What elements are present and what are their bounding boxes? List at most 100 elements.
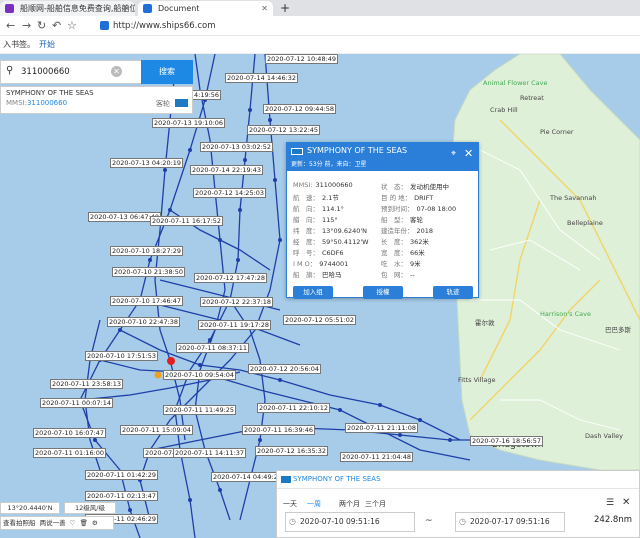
close-icon[interactable]: ✕ xyxy=(622,497,630,508)
close-tab-icon[interactable]: ✕ xyxy=(123,1,130,16)
track-timestamp: 2020-07-12 13:22:45 xyxy=(247,125,321,135)
track-timestamp: 2020-07-10 16:07:47 xyxy=(33,428,107,438)
barbados-land xyxy=(451,54,640,471)
track-timestamp: 4:19:56 xyxy=(192,90,222,100)
bookmarks-hint: 入书签。 xyxy=(3,40,35,49)
bookmarks-bar: 入书签。 开始 xyxy=(0,36,640,54)
address-bar: ← → ↻ ↶ ☆ http://www.ships66.com xyxy=(0,16,640,36)
popup-subtitle: 更新：53分 前，来自：卫星 xyxy=(291,161,367,168)
period-three-months[interactable]: 三个月 xyxy=(365,499,386,509)
track-button[interactable]: 轨迹 xyxy=(433,286,473,299)
list-icon[interactable]: ☰ xyxy=(606,498,614,508)
track-timestamp: 2020-07-11 08:37:11 xyxy=(176,343,250,353)
document-favicon-icon xyxy=(143,4,152,13)
field-destination: 目 的 地： DRIFT xyxy=(381,194,434,202)
track-timestamp: 2020-07-14 22:19:43 xyxy=(190,165,264,175)
authorize-button[interactable]: 授權 xyxy=(363,286,403,299)
result-ship-name: SYMPHONY OF THE SEAS xyxy=(6,89,94,97)
track-timestamp: 2020-07-12 14:25:03 xyxy=(193,188,267,198)
field-latitude: 纬 度： 13°09.6240'N xyxy=(293,227,368,235)
track-timestamp: 2020-07-10 09:54:04 xyxy=(163,370,237,380)
bahamas-flag-icon xyxy=(281,476,291,483)
reload-icon[interactable]: ↻ xyxy=(37,18,46,34)
cursor-coordinate: 13°20.4440'N xyxy=(0,502,60,514)
site-icon xyxy=(100,21,109,30)
forward-icon[interactable]: → xyxy=(22,18,31,34)
place-retreat: Retreat xyxy=(520,94,544,102)
place-dash-valley: Dash Valley xyxy=(585,432,623,440)
place-pie-corner: Pie Corner xyxy=(540,128,574,136)
search-button[interactable]: 搜索 xyxy=(141,60,193,84)
field-length: 长 度： 362米 xyxy=(381,238,429,246)
tool-link[interactable]: 两说一善 xyxy=(40,519,66,527)
locate-pin-icon[interactable]: ⌖ xyxy=(451,149,456,159)
undo-icon[interactable]: ↶ xyxy=(52,18,61,34)
track-timestamp: 2020-07-13 03:02:52 xyxy=(200,142,274,152)
view-photo-ships-link[interactable]: 查看拍照船 xyxy=(3,519,36,527)
track-timestamp: 2020-07-14 14:46:32 xyxy=(225,73,299,83)
tab-ships66[interactable]: 船顺网-船舶信息免费查询,船舶位 ✕ xyxy=(0,1,135,16)
popup-title: SYMPHONY OF THE SEAS xyxy=(307,146,408,155)
place-the-savannah: The Savannah xyxy=(550,194,597,202)
bahamas-flag-icon xyxy=(291,148,303,155)
place-belleplaine: Belleplaine xyxy=(567,219,603,227)
track-timestamp: 2020-07-11 23:58:13 xyxy=(50,379,124,389)
date-from-input[interactable]: ◷ 2020-07-10 09:51:16 xyxy=(285,512,415,532)
field-longitude: 经 度： 59°50.4112'W xyxy=(293,238,369,246)
track-timestamp: 2020-07-11 14:11:37 xyxy=(173,448,247,458)
tab-document[interactable]: Document ✕ xyxy=(138,1,273,16)
close-tab-icon[interactable]: ✕ xyxy=(261,1,268,16)
place-harrisons-cave: Harrison's Cave xyxy=(540,310,591,318)
track-panel: SYMPHONY OF THE SEAS 一天 一周 两个月 三个月 ☰ ✕ ◷… xyxy=(276,470,640,538)
period-one-day[interactable]: 一天 xyxy=(283,499,297,509)
ship-current-position xyxy=(167,357,175,365)
trash-icon[interactable]: 🗑 xyxy=(80,519,88,527)
field-width: 宽 度： 66米 xyxy=(381,249,425,257)
place-crab-hill: Crab Hill xyxy=(490,106,518,114)
track-timestamp: 2020-07-11 16:17:52 xyxy=(150,216,224,226)
search-input[interactable]: 311000660 xyxy=(21,67,70,77)
period-one-week[interactable]: 一周 xyxy=(307,499,321,509)
track-timestamp: 2020-07-11 01:16:00 xyxy=(33,448,107,458)
date-to-value: 2020-07-17 09:51:16 xyxy=(470,517,550,526)
add-to-group-button[interactable]: 加入组 xyxy=(293,286,333,299)
track-timestamp: 2020-07-14 04:49:29 xyxy=(211,472,285,482)
track-timestamp: 2020-07-12 10:48:49 xyxy=(265,54,339,64)
track-panel-title: SYMPHONY OF THE SEAS xyxy=(293,475,381,483)
search-result-item[interactable]: SYMPHONY OF THE SEAS MMSI:311000660 客轮 xyxy=(0,86,193,114)
new-tab-icon[interactable]: + xyxy=(280,1,290,15)
bookmarks-start-link[interactable]: 开始 xyxy=(39,40,55,49)
field-course: 航 向： 114.1° xyxy=(293,205,344,213)
period-two-months[interactable]: 两个月 xyxy=(339,499,360,509)
field-heading: 艏 向： 115° xyxy=(293,216,338,224)
track-timestamp: 2020-07-11 21:04:48 xyxy=(340,452,414,462)
popup-header: SYMPHONY OF THE SEAS 更新：53分 前，来自：卫星 ⌖ ✕ xyxy=(287,143,478,171)
date-to-input[interactable]: ◷ 2020-07-17 09:51:16 xyxy=(455,512,565,532)
url-text: http://www.ships66.com xyxy=(113,21,216,31)
track-timestamp: 2020-07-10 21:38:50 xyxy=(112,267,186,277)
result-ship-type: 客轮 xyxy=(156,100,170,108)
wind-scale[interactable]: 12级风/级 xyxy=(64,502,116,514)
track-timestamp: 2020-07-10 17:51:53 xyxy=(85,351,159,361)
clear-search-icon[interactable]: ✕ xyxy=(111,66,122,77)
close-icon[interactable]: ✕ xyxy=(464,147,473,160)
back-icon[interactable]: ← xyxy=(6,18,15,34)
calendar-icon: ◷ xyxy=(459,517,466,526)
heart-icon[interactable]: ♡ xyxy=(70,519,76,527)
track-distance: 242.8nm xyxy=(594,515,633,525)
track-timestamp: 2020-07-12 22:37:18 xyxy=(200,297,274,307)
field-speed: 航 速： 2.1节 xyxy=(293,194,339,202)
ship-info-popup: SYMPHONY OF THE SEAS 更新：53分 前，来自：卫星 ⌖ ✕ … xyxy=(286,142,479,299)
url-field[interactable]: http://www.ships66.com xyxy=(100,19,216,33)
date-from-value: 2020-07-10 09:51:16 xyxy=(300,517,380,526)
field-flag: 船 旗： 巴哈马 xyxy=(293,271,342,279)
tab-bar: 船顺网-船舶信息免费查询,船舶位 ✕ Document ✕ + xyxy=(0,0,640,16)
star-icon[interactable]: ☆ xyxy=(67,18,77,34)
field-mmsi: MMSI: 311000660 xyxy=(293,181,353,189)
field-imo: I M O： 9744001 xyxy=(293,260,349,268)
field-network: 包 网： -- xyxy=(381,271,415,279)
track-timestamp: 2020-07-10 17:46:47 xyxy=(110,296,184,306)
track-timestamp: 2020-07-11 19:17:28 xyxy=(198,320,272,330)
settings-icon[interactable]: ⚙ xyxy=(92,519,98,527)
map-tools: 查看拍照船 两说一善 ♡ 🗑 ⚙ xyxy=(0,516,114,530)
